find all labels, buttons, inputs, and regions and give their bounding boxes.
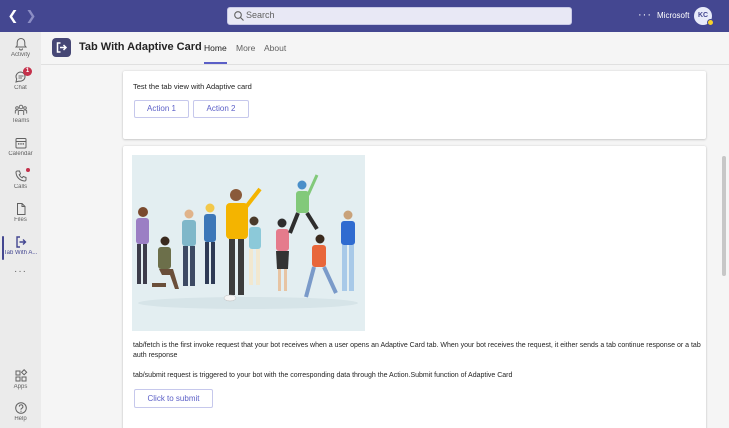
rail-item-teams[interactable]: Teams [0, 100, 41, 132]
avatar[interactable]: KC [694, 7, 714, 26]
tab-more[interactable]: More [236, 43, 255, 53]
org-name: Microsoft [657, 11, 690, 20]
rail-item-calendar[interactable]: Calendar [0, 133, 41, 165]
help-icon [14, 402, 27, 414]
app-icon [15, 236, 26, 248]
search-placeholder: Search [246, 10, 275, 20]
app-rail: Activity 1 Chat Teams Calendar Calls Fil… [0, 32, 41, 428]
rail-item-activity[interactable]: Activity [0, 34, 41, 66]
forward-arrow-icon[interactable]: ❯ [24, 8, 38, 24]
rail-item-apps[interactable]: Apps [0, 366, 41, 398]
rail-item-tab-with-adaptive-card[interactable]: Tab With A... [0, 232, 41, 264]
settings-more-icon[interactable]: ··· [638, 9, 652, 21]
adaptive-card-info: tab/fetch is the first invoke request th… [123, 146, 706, 428]
apps-icon [15, 369, 27, 382]
teams-icon [14, 104, 27, 115]
calls-notification-dot [26, 168, 30, 172]
rail-label: Help [14, 416, 27, 422]
rail-label: Activity [10, 52, 30, 58]
app-title: Tab With Adaptive Card [79, 41, 202, 53]
tab-submit-description: tab/submit request is triggered to your … [133, 372, 513, 379]
rail-item-calls[interactable]: Calls [0, 166, 41, 198]
action-1-button[interactable]: Action 1 [134, 100, 189, 118]
file-icon [16, 203, 25, 215]
rail-item-files[interactable]: Files [0, 199, 41, 231]
rail-label: Calendar [8, 151, 33, 157]
more-apps-icon[interactable]: ··· [0, 266, 41, 277]
rail-label: Calls [13, 184, 28, 190]
click-to-submit-button[interactable]: Click to submit [134, 389, 213, 408]
rail-label: Teams [11, 118, 30, 124]
rail-item-chat[interactable]: 1 Chat [0, 67, 41, 99]
action-2-button[interactable]: Action 2 [193, 100, 249, 118]
app-header: Tab With Adaptive Card Home More About [41, 32, 729, 65]
back-arrow-icon[interactable]: ❮ [6, 8, 20, 24]
tab-fetch-description: tab/fetch is the first invoke request th… [133, 342, 701, 359]
rail-label: Files [14, 217, 27, 223]
people-illustration [136, 174, 358, 309]
rail-label: Chat [14, 85, 27, 91]
app-logo-icon [56, 42, 68, 53]
avatar-initials: KC [697, 12, 709, 19]
adaptive-card-actions: Test the tab view with Adaptive card Act… [123, 71, 706, 139]
bell-icon [14, 37, 27, 51]
scrollbar-thumb[interactable] [722, 156, 726, 276]
tab-content: Test the tab view with Adaptive card Act… [41, 65, 729, 428]
calendar-icon [15, 138, 26, 149]
rail-item-help[interactable]: Help [0, 398, 41, 428]
card-heading: Test the tab view with Adaptive card [133, 82, 252, 91]
presence-status-icon [707, 19, 714, 26]
search-input[interactable]: Search [227, 7, 572, 25]
tab-home[interactable]: Home [204, 43, 227, 64]
app-logo [52, 38, 71, 57]
title-bar: ❮ ❯ Search ··· Microsoft KC [0, 0, 729, 32]
tab-about[interactable]: About [264, 43, 286, 53]
search-icon [234, 11, 244, 21]
rail-label: Tab With A... [3, 250, 38, 256]
chat-unread-badge: 1 [23, 67, 32, 76]
content-scrollbar[interactable] [721, 66, 727, 428]
rail-label: Apps [13, 384, 28, 390]
hero-image [132, 155, 365, 331]
